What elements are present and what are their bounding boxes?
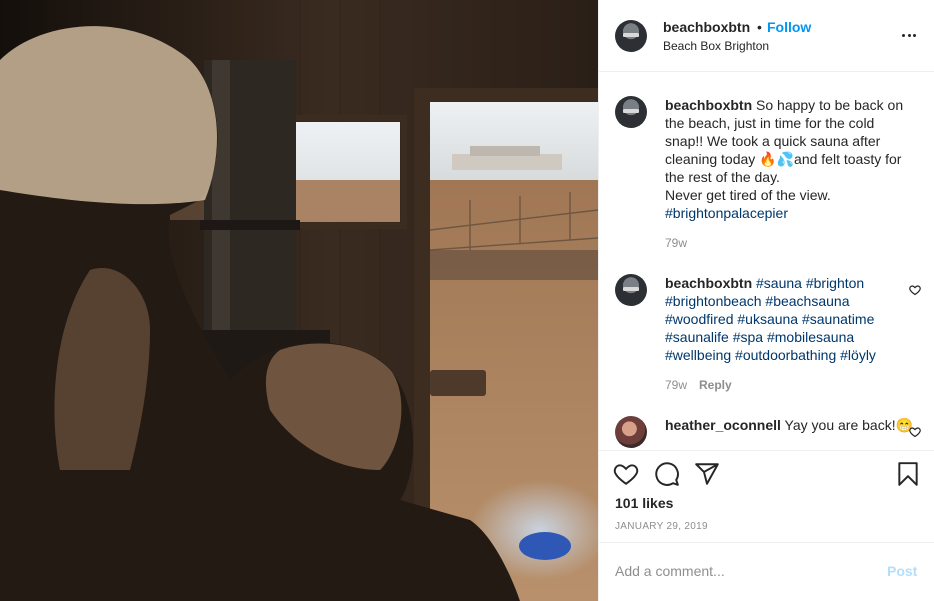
comment-body: Yay you are back!😁: [780, 417, 914, 433]
comment-text: beachboxbtn #sauna #brighton #brightonbe…: [665, 274, 915, 364]
comment-time[interactable]: 79w: [665, 378, 687, 392]
comment-text: heather_oconnell Yay you are back!😁: [665, 416, 915, 434]
post-side-panel: beachboxbtn • Follow Beach Box Brighton …: [598, 0, 934, 601]
like-comment-heart-icon[interactable]: [909, 426, 921, 438]
like-comment-heart-icon[interactable]: [909, 284, 921, 296]
comment-meta: 79w: [665, 236, 687, 250]
share-icon[interactable]: [694, 461, 720, 487]
post-date[interactable]: JANUARY 29, 2019: [615, 521, 708, 532]
instagram-post-modal: beachboxbtn • Follow Beach Box Brighton …: [0, 0, 934, 601]
comment-icon[interactable]: [654, 461, 680, 487]
commenter-avatar[interactable]: [615, 416, 647, 448]
comment-username[interactable]: beachboxbtn: [665, 97, 752, 113]
add-comment-input[interactable]: [615, 561, 865, 581]
likes-count[interactable]: 101 likes: [615, 495, 673, 511]
more-horizontal-icon[interactable]: [901, 28, 917, 44]
caption-author-avatar[interactable]: [615, 96, 647, 128]
heart-icon[interactable]: [613, 461, 639, 487]
follow-separator: •: [757, 19, 762, 35]
post-photo[interactable]: [0, 0, 598, 601]
add-comment-bar: Post: [599, 542, 934, 601]
author-username[interactable]: beachboxbtn: [663, 19, 750, 35]
sauna-photo-illustration: [0, 0, 598, 601]
comment-username[interactable]: heather_oconnell: [665, 417, 781, 433]
comment-meta: 79w Reply: [665, 378, 732, 392]
comments-list[interactable]: beachboxbtn So happy to be back on the b…: [599, 72, 934, 450]
post-comment-button[interactable]: Post: [887, 563, 917, 579]
reply-button[interactable]: Reply: [699, 378, 732, 392]
hashtag-link[interactable]: #brightonpalacepier: [665, 205, 788, 221]
post-location[interactable]: Beach Box Brighton: [663, 39, 769, 53]
author-avatar[interactable]: [615, 20, 647, 52]
comment-username[interactable]: beachboxbtn: [665, 275, 752, 291]
bookmark-icon[interactable]: [895, 461, 921, 487]
post-actions: 101 likes JANUARY 29, 2019: [599, 450, 934, 542]
post-header: beachboxbtn • Follow Beach Box Brighton: [599, 0, 934, 72]
comment-time[interactable]: 79w: [665, 236, 687, 250]
comment-author-avatar[interactable]: [615, 274, 647, 306]
caption-text: beachboxbtn So happy to be back on the b…: [665, 96, 915, 222]
follow-button[interactable]: Follow: [767, 19, 811, 35]
